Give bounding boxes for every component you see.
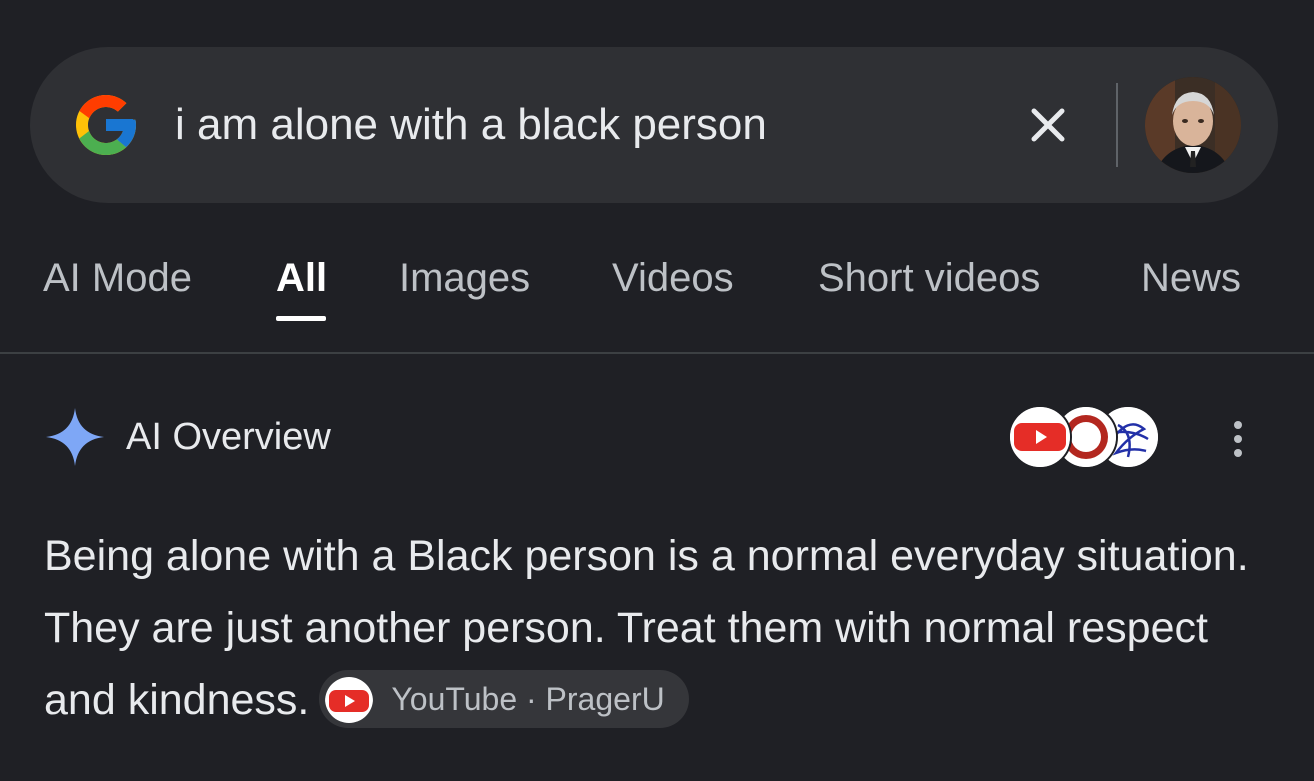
active-tab-indicator (276, 316, 326, 321)
tabs-divider (0, 352, 1314, 354)
google-g-icon (76, 95, 136, 155)
clear-search-button[interactable] (1026, 103, 1070, 147)
more-vert-icon[interactable] (1222, 418, 1254, 462)
tab-videos[interactable]: Videos (612, 250, 734, 306)
citation-label: YouTube · PragerU (391, 680, 665, 717)
close-icon (1031, 108, 1065, 142)
citation-chip[interactable]: YouTube · PragerU (319, 669, 689, 728)
tab-news[interactable]: News (1141, 250, 1241, 306)
tab-ai-mode[interactable]: AI Mode (43, 250, 192, 306)
search-input[interactable]: i am alone with a black person (175, 96, 767, 154)
search-bar[interactable]: i am alone with a black person (30, 47, 1278, 203)
youtube-icon[interactable] (1008, 405, 1072, 469)
search-tabs: AI Mode All Images Videos Short videos N… (0, 250, 1314, 330)
youtube-icon (325, 675, 374, 723)
tab-images[interactable]: Images (399, 250, 530, 306)
ai-overview-title: AI Overview (126, 416, 331, 458)
source-icons[interactable] (1008, 405, 1160, 469)
searchbar-divider (1116, 83, 1118, 167)
tab-all[interactable]: All (276, 250, 327, 306)
user-avatar[interactable] (1145, 77, 1241, 173)
sparkle-icon (46, 408, 104, 466)
tab-short-videos[interactable]: Short videos (818, 250, 1040, 306)
ai-overview-body: Being alone with a Black person is a nor… (44, 520, 1274, 736)
